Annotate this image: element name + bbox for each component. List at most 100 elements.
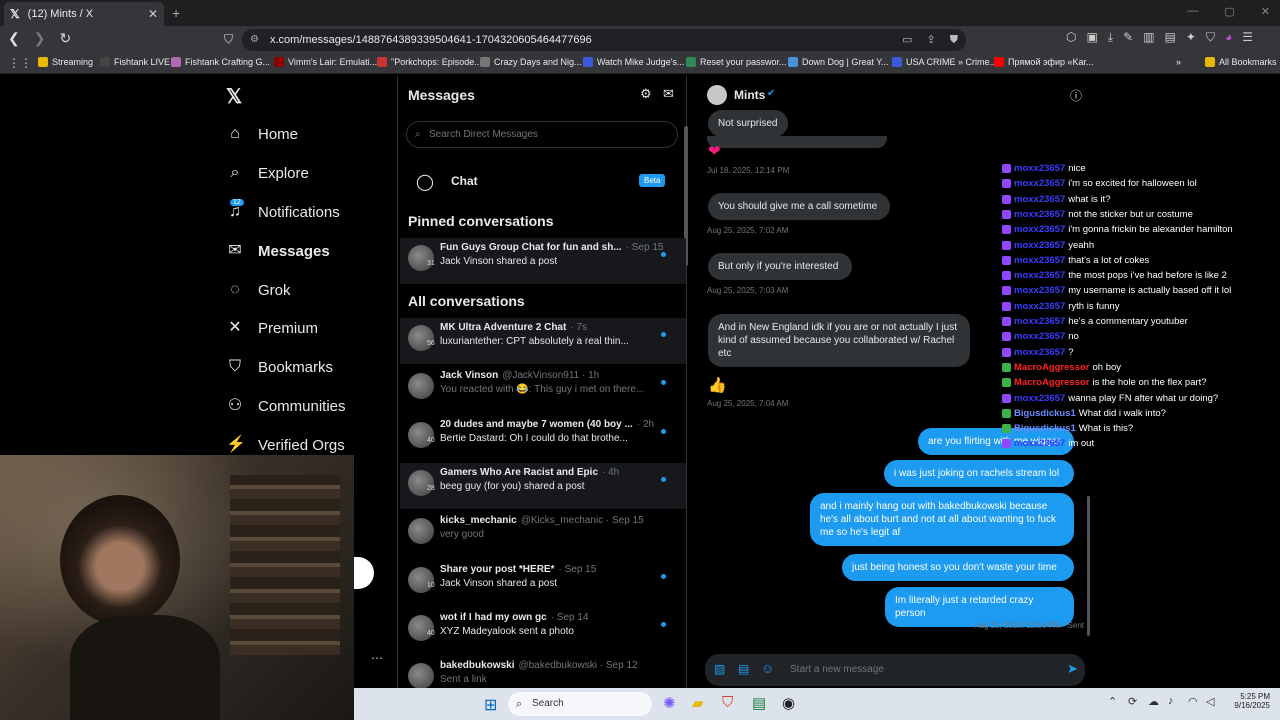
emoji-icon[interactable]: ☺ xyxy=(761,661,774,676)
extension-icon[interactable]: ▣ xyxy=(1086,30,1097,45)
image-icon[interactable]: ▨ xyxy=(714,662,725,676)
bookmark-item[interactable]: USA CRIME » Crime... xyxy=(892,57,997,67)
tray-chevron-icon[interactable]: ⌃ xyxy=(1108,695,1117,708)
sidebar-item-label: Communities xyxy=(258,397,346,415)
extension-icon[interactable]: ✎ xyxy=(1123,30,1133,45)
more-options-icon[interactable]: ⋯ xyxy=(371,651,383,665)
conversation-item[interactable]: 28 Gamers Who Are Racist and Epic · 4h beeg… xyxy=(400,463,686,509)
sidebar-item-explore[interactable]: ⌕ Explore xyxy=(226,164,309,182)
taskbar-search[interactable]: ⌕ Search xyxy=(508,692,652,716)
search-dm-input[interactable]: ⌕ Search Direct Messages xyxy=(406,121,678,148)
leo-icon[interactable]: ✦ xyxy=(1186,30,1196,45)
windows-start-icon[interactable]: ⊞ xyxy=(484,695,497,715)
vpn-icon[interactable]: ⛉ xyxy=(1206,30,1215,45)
bookmark-item[interactable]: Crazy Days and Nig... xyxy=(480,57,582,67)
chat-scrollbar[interactable] xyxy=(1087,496,1090,636)
brave-icon[interactable]: ⛉ xyxy=(722,694,733,711)
tray-icon[interactable]: ⟳ xyxy=(1128,695,1137,708)
search-placeholder: Search Direct Messages xyxy=(429,129,538,140)
menu-icon[interactable]: ☰ xyxy=(1242,30,1253,45)
received-message-bubble[interactable]: And in New England idk if you are or not… xyxy=(708,314,970,367)
bookmark-item[interactable]: Streaming xyxy=(38,57,93,67)
copilot-icon[interactable]: ✺ xyxy=(663,694,676,712)
chat-contact-name[interactable]: Mints xyxy=(734,88,765,102)
sidebar-item-communities[interactable]: ⚇ Communities xyxy=(226,397,346,415)
extension-icon[interactable]: ⬡ xyxy=(1066,30,1076,45)
cast-icon[interactable]: ▭ xyxy=(902,29,912,51)
sent-message-bubble[interactable]: and i mainly hang out with bakedbukowski… xyxy=(810,493,1074,546)
home-icon: ⌂ xyxy=(230,125,240,142)
back-icon[interactable]: ❮ xyxy=(8,30,20,47)
received-message-bubble[interactable]: Not surprised xyxy=(708,110,788,137)
wallet-icon[interactable]: ▤ xyxy=(1165,30,1176,45)
share-icon[interactable]: ⇪ xyxy=(927,29,936,51)
sidebar-item-notifications[interactable]: ♫ Notifications xyxy=(226,203,340,221)
apps-icon[interactable]: ⋮⋮ xyxy=(8,56,32,70)
info-icon[interactable]: ⓘ xyxy=(1070,87,1082,104)
sidebar-item-premium[interactable]: ✕ Premium xyxy=(226,319,318,337)
profile-icon[interactable]: ◕ xyxy=(1225,30,1232,45)
close-tab-icon[interactable]: ✕ xyxy=(148,7,158,21)
volume-icon[interactable]: ◁ xyxy=(1206,695,1214,708)
url-field[interactable]: ⚙ x.com/messages/1488764389339504641-170… xyxy=(242,29,966,51)
composer[interactable]: ▨ ▤ ☺ Start a new message ➤ xyxy=(705,654,1085,686)
sidebar-icon[interactable]: ▥ xyxy=(1143,30,1154,45)
conversation-item[interactable]: 10 Share your post *HERE* · Sep 15 Jack Vin… xyxy=(400,560,686,606)
maximize-icon[interactable]: ▢ xyxy=(1224,5,1234,18)
sent-message-bubble[interactable]: i was just joking on rachels stream lol xyxy=(884,460,1074,487)
received-message-bubble[interactable]: But only if you're interested xyxy=(708,253,852,280)
forward-icon[interactable]: ❯ xyxy=(34,30,46,47)
bookmark-item[interactable]: Reset your passwor... xyxy=(686,57,787,67)
conversation-item[interactable]: 40 20 dudes and maybe 7 women (40 boy ...… xyxy=(400,415,686,461)
notepad-icon[interactable]: ▤ xyxy=(752,694,766,712)
mic-icon[interactable]: ♪ xyxy=(1168,695,1174,707)
sidebar-item-home[interactable]: ⌂ Home xyxy=(226,125,298,143)
file-explorer-icon[interactable]: ▰ xyxy=(692,694,704,712)
bookmark-item[interactable]: Fishtank LIVE xyxy=(100,57,170,67)
sidebar-item-bookmarks[interactable]: ⛉ Bookmarks xyxy=(226,358,333,376)
sidebar-item-verified-orgs[interactable]: ⚡ Verified Orgs xyxy=(226,436,345,454)
minimize-icon[interactable]: — xyxy=(1187,5,1198,18)
chat-label[interactable]: Chat xyxy=(451,174,478,188)
site-info-icon[interactable]: ⚙ xyxy=(250,29,259,51)
clock[interactable]: 5:25 PM 9/16/2025 xyxy=(1222,692,1270,710)
bookmark-item[interactable]: Down Dog | Great Y... xyxy=(788,57,889,67)
reload-icon[interactable]: ↻ xyxy=(59,30,71,47)
new-tab-icon[interactable]: + xyxy=(172,5,180,21)
slider-handle[interactable] xyxy=(354,557,374,589)
settings-gear-icon[interactable]: ⚙ xyxy=(640,86,652,102)
send-icon[interactable]: ➤ xyxy=(1067,661,1078,677)
conversation-item[interactable]: Jack Vinson @JackVinson911 · 1h You reacte… xyxy=(400,366,686,412)
conversation-item[interactable]: 56 MK Ultra Adventure 2 Chat · 7s luxuriant… xyxy=(400,318,686,364)
gif-icon[interactable]: ▤ xyxy=(738,662,749,676)
bookmark-favicon-icon xyxy=(377,57,387,67)
avatar[interactable] xyxy=(707,85,727,105)
bookmark-item[interactable]: Прямой эфир «Kar... xyxy=(994,57,1094,67)
new-message-icon[interactable]: ✉ xyxy=(663,86,674,102)
cloud-icon[interactable]: ☁ xyxy=(1148,695,1159,708)
bookmarks-overflow-icon[interactable]: » xyxy=(1176,57,1181,67)
conversation-item[interactable]: 40 wot if I had my own gc · Sep 14 XYZ Made… xyxy=(400,608,686,654)
obs-icon[interactable]: ◉ xyxy=(782,694,795,712)
x-home-logo-icon[interactable]: 𝕏 xyxy=(226,84,242,109)
bookmark-item[interactable]: Watch Mike Judge's... xyxy=(583,57,684,67)
conversation-name: Jack Vinson @JackVinson911 · 1h xyxy=(440,370,599,381)
sent-message-bubble[interactable]: just being honest so you don't waste you… xyxy=(842,554,1074,581)
bookmark-item[interactable]: All Bookmarks xyxy=(1205,57,1277,67)
received-message-bubble[interactable]: You should give me a call sometime xyxy=(708,193,890,220)
conversation-item[interactable]: kicks_mechanic @Kicks_mechanic · Sep 15 ve… xyxy=(400,511,686,557)
browser-tab[interactable]: 𝕏 (12) Mints / X ✕ xyxy=(4,2,164,26)
sidebar-item-grok[interactable]: ◌ Grok xyxy=(226,281,290,299)
bookmark-item[interactable]: "Porkchops: Episode... xyxy=(377,57,482,67)
bookmark-item[interactable]: Fishtank Crafting G... xyxy=(171,57,270,67)
close-window-icon[interactable]: ✕ xyxy=(1261,5,1270,18)
download-icon[interactable]: ⤓ xyxy=(1108,30,1113,45)
sidebar-item-messages[interactable]: ✉ Messages xyxy=(226,242,329,260)
conversation-item[interactable]: 31 Fun Guys Group Chat for fun and sh... ·… xyxy=(400,238,686,284)
bookmark-item[interactable]: Vimm's Lair: Emulati... xyxy=(274,57,377,67)
brave-shield-icon[interactable]: ⛊ xyxy=(950,29,958,51)
stream-chat-line: moxx23657 he's a commentary youtuber xyxy=(1002,316,1188,327)
bookmark-page-icon[interactable]: ⛉ xyxy=(224,32,233,47)
wifi-icon[interactable]: ◠ xyxy=(1188,695,1198,708)
conversation-time: · Sep 15 xyxy=(558,564,597,575)
